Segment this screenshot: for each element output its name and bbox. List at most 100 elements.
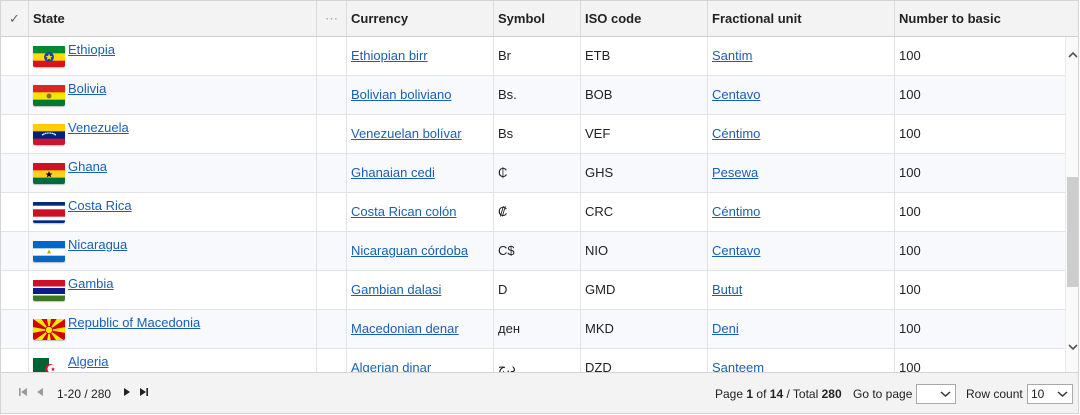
number-value: 100 [899, 243, 921, 258]
vertical-scrollbar[interactable] [1065, 37, 1078, 372]
next-page-icon[interactable] [120, 386, 134, 400]
currency-link[interactable]: Algerian dinar [351, 360, 431, 372]
currency-cell: Macedonian denar [347, 310, 494, 348]
row-spacer-cell [317, 37, 347, 75]
goto-page-select[interactable] [916, 384, 956, 404]
select-all-checkbox[interactable]: ✓ [1, 1, 29, 36]
column-header-symbol[interactable]: Symbol [494, 1, 581, 36]
iso-value: MKD [585, 321, 614, 336]
goto-page-label: Go to page [853, 387, 913, 401]
currency-link[interactable]: Macedonian denar [351, 321, 459, 336]
symbol-cell: Bs. [494, 76, 581, 114]
currency-link[interactable]: Venezuelan bolívar [351, 126, 462, 141]
currency-cell: Ghanaian cedi [347, 154, 494, 192]
fractional-link[interactable]: Céntimo [712, 126, 760, 141]
symbol-cell: D [494, 271, 581, 309]
currency-link[interactable]: Bolivian boliviano [351, 87, 451, 102]
fractional-link[interactable]: Pesewa [712, 165, 758, 180]
fractional-link[interactable]: Centavo [712, 87, 760, 102]
state-link[interactable]: Gambia [68, 271, 114, 303]
table-row[interactable]: Venezuela Venezuelan bolívar Bs VEF Céntimo 1… [1, 115, 1065, 154]
currency-cell: Ethiopian birr [347, 37, 494, 75]
fractional-link[interactable]: Santeem [712, 360, 764, 372]
number-value: 100 [899, 126, 921, 141]
fractional-link[interactable]: Deni [712, 321, 739, 336]
first-page-icon[interactable] [16, 386, 30, 400]
scroll-up-icon[interactable] [1066, 49, 1078, 63]
column-divider [28, 349, 29, 372]
iso-value: VEF [585, 126, 611, 141]
symbol-cell: د.ج [494, 349, 581, 372]
currency-link[interactable]: Costa Rican colón [351, 204, 457, 219]
column-header-iso-code[interactable]: ISO code [581, 1, 708, 36]
currency-link[interactable]: Nicaraguan córdoba [351, 243, 468, 258]
column-header-state[interactable]: State [29, 1, 317, 36]
symbol-cell: Br [494, 37, 581, 75]
number-value: 100 [899, 204, 921, 219]
fractional-link[interactable]: Santim [712, 48, 752, 63]
page-info: Page 1 of 14 / Total 280 [715, 386, 842, 402]
symbol-value: ден [498, 321, 520, 336]
symbol-value: ₵ [498, 165, 508, 180]
chevron-down-icon [940, 385, 951, 409]
gambia-flag-icon [33, 279, 65, 301]
number-value: 100 [899, 282, 921, 297]
fractional-link[interactable]: Céntimo [712, 204, 760, 219]
row-spacer-cell [317, 76, 347, 114]
table-row[interactable]: Algeria Algerian dinar د.ج DZD Santeem 100 [1, 349, 1065, 372]
symbol-cell: ₵ [494, 154, 581, 192]
number-cell: 100 [895, 76, 1065, 114]
number-value: 100 [899, 87, 921, 102]
scrollbar-thumb[interactable] [1067, 177, 1078, 287]
fractional-link[interactable]: Butut [712, 282, 742, 297]
fractional-cell: Santim [708, 37, 895, 75]
state-link[interactable]: Costa Rica [68, 193, 132, 225]
number-cell: 100 [895, 193, 1065, 231]
data-grid: ✓ State ⋯ Currency Symbol ISO code Fract… [0, 0, 1079, 414]
currency-link[interactable]: Gambian dalasi [351, 282, 441, 297]
symbol-cell: Bs [494, 115, 581, 153]
last-page-icon[interactable] [137, 386, 151, 400]
column-header-number-to-basic[interactable]: Number to basic [895, 1, 1078, 36]
column-divider [28, 37, 29, 75]
state-link[interactable]: Algeria [68, 349, 108, 372]
currency-link[interactable]: Ghanaian cedi [351, 165, 435, 180]
state-link[interactable]: Ghana [68, 154, 107, 186]
state-link[interactable]: Venezuela [68, 115, 129, 147]
iso-cell: NIO [581, 232, 708, 270]
grid-body: Ethiopia Ethiopian birr Br ETB Santim 100 Boli… [1, 37, 1065, 372]
number-value: 100 [899, 360, 921, 372]
costarica-flag-icon [33, 201, 65, 223]
table-row[interactable]: Republic of Macedonia Macedonian denar ден… [1, 310, 1065, 349]
state-link[interactable]: Bolivia [68, 76, 106, 108]
number-cell: 100 [895, 154, 1065, 192]
symbol-cell: ден [494, 310, 581, 348]
currency-link[interactable]: Ethiopian birr [351, 48, 428, 63]
prev-page-icon[interactable] [33, 386, 47, 400]
venezuela-flag-icon [33, 123, 65, 145]
state-link[interactable]: Ethiopia [68, 37, 115, 69]
row-count-select[interactable]: 10 [1027, 384, 1073, 404]
table-row[interactable]: Ghana Ghanaian cedi ₵ GHS Pesewa 100 [1, 154, 1065, 193]
scroll-down-icon[interactable] [1066, 341, 1078, 355]
table-row[interactable]: Nicaragua Nicaraguan córdoba C$ NIO Centavo 1… [1, 232, 1065, 271]
iso-value: GHS [585, 165, 614, 180]
row-spacer-cell [317, 271, 347, 309]
number-value: 100 [899, 321, 921, 336]
fractional-link[interactable]: Centavo [712, 243, 760, 258]
symbol-cell: ₡ [494, 193, 581, 231]
state-link[interactable]: Nicaragua [68, 232, 127, 264]
table-row[interactable]: Gambia Gambian dalasi D GMD Butut 100 [1, 271, 1065, 310]
row-spacer-cell [317, 193, 347, 231]
column-header-currency[interactable]: Currency [347, 1, 494, 36]
table-row[interactable]: Bolivia Bolivian boliviano Bs. BOB Centavo 10… [1, 76, 1065, 115]
state-link[interactable]: Republic of Macedonia [68, 310, 200, 342]
table-row[interactable]: Ethiopia Ethiopian birr Br ETB Santim 100 [1, 37, 1065, 76]
column-menu-icon[interactable]: ⋯ [317, 1, 347, 36]
column-header-fractional-unit[interactable]: Fractional unit [708, 1, 895, 36]
symbol-value: C$ [498, 243, 515, 258]
table-row[interactable]: Costa Rica Costa Rican colón ₡ CRC Céntimo 10… [1, 193, 1065, 232]
ghana-flag-icon [33, 162, 65, 184]
iso-value: DZD [585, 360, 612, 372]
page-label: Page [715, 387, 744, 401]
